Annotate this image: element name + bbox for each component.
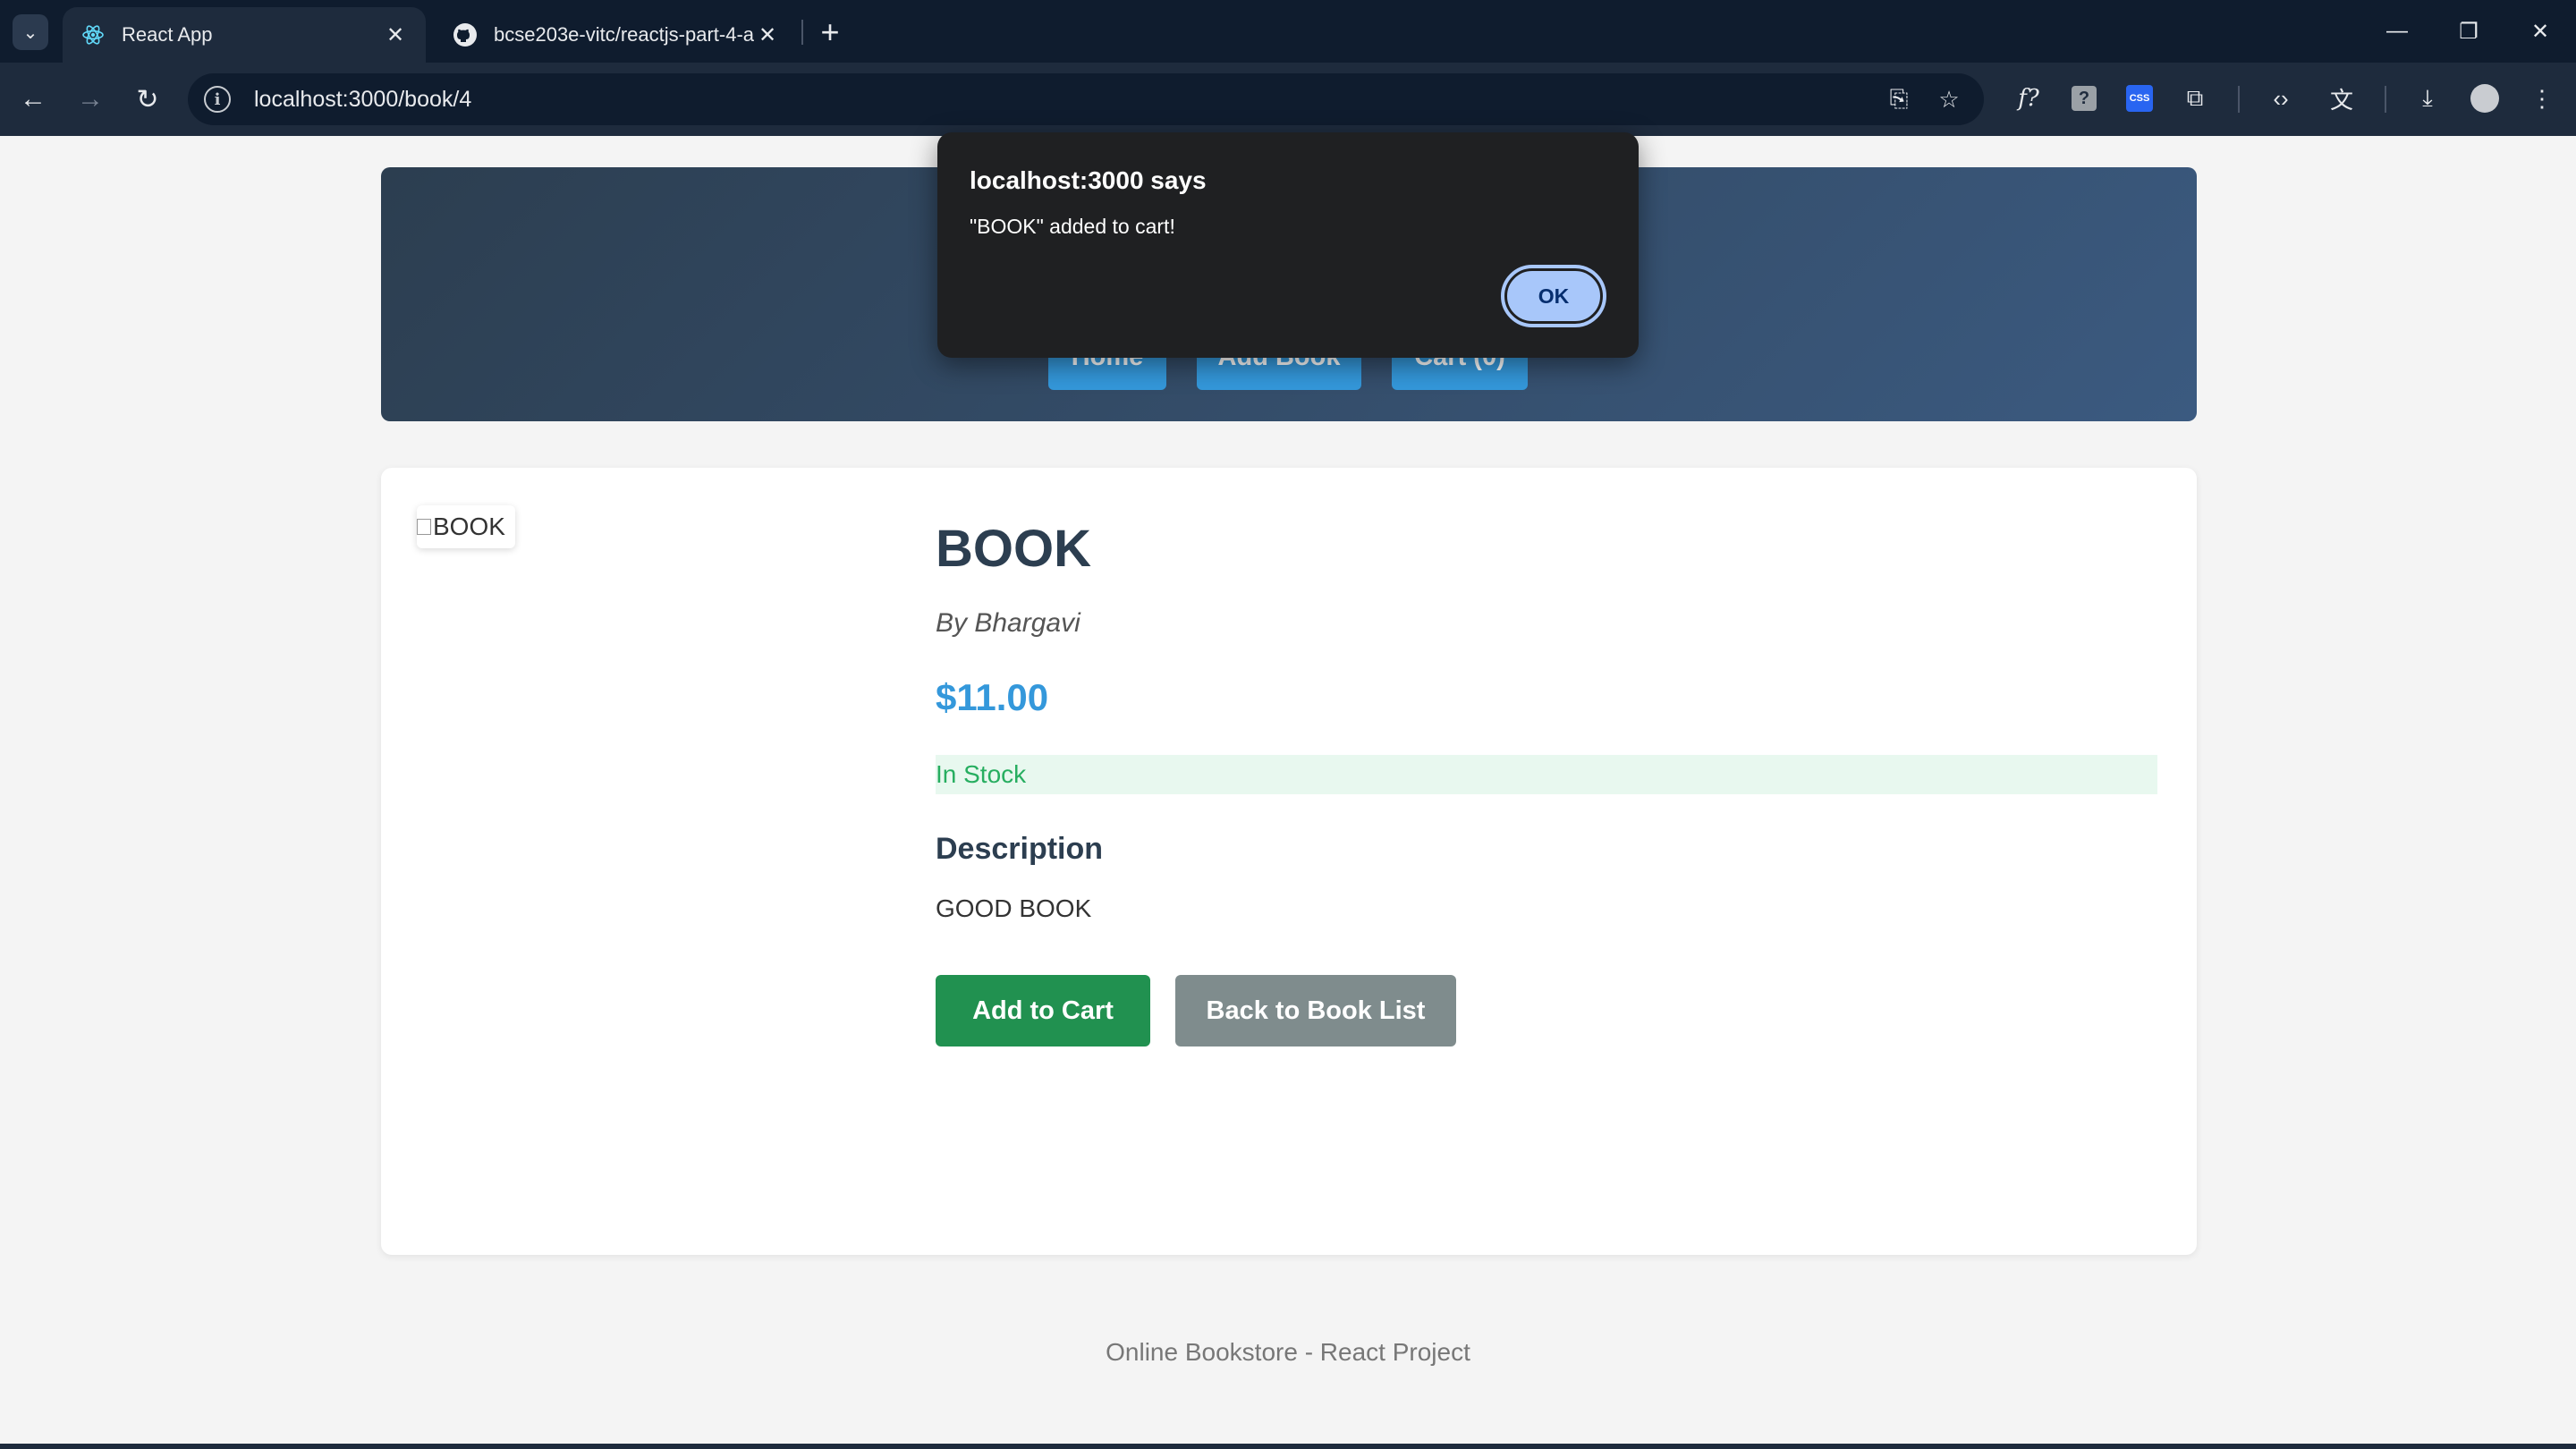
avatar[interactable] bbox=[2469, 82, 2501, 114]
tab-react-app[interactable]: React App ✕ bbox=[63, 7, 426, 63]
css-extension-icon[interactable]: CSS bbox=[2123, 82, 2156, 114]
address-bar[interactable]: i localhost:3000/book/4 ⎘ ☆ bbox=[188, 73, 1984, 125]
tab-title: bcse203e-vitc/reactjs-part-4-a2 bbox=[494, 23, 755, 46]
book-detail-card bbox=[381, 468, 2197, 1255]
code-icon[interactable]: ‹› bbox=[2265, 82, 2297, 114]
window-bottom-edge bbox=[0, 1444, 2576, 1449]
dialog-ok-button[interactable]: OK bbox=[1501, 265, 1606, 327]
react-icon bbox=[80, 22, 106, 47]
github-icon bbox=[453, 22, 478, 47]
url-text: localhost:3000/book/4 bbox=[254, 86, 472, 112]
alert-dialog: localhost:3000 says "BOOK" added to cart… bbox=[937, 132, 1639, 358]
reload-icon: ↻ bbox=[136, 84, 159, 114]
chevron-down-icon: ⌄ bbox=[22, 22, 38, 43]
book-description: GOOD BOOK bbox=[936, 894, 1092, 922]
close-icon[interactable]: ✕ bbox=[755, 22, 780, 47]
tab-strip: ⌄ React App ✕ bcse203e-vitc/reactjs-part… bbox=[0, 0, 2576, 63]
site-info-icon[interactable]: i bbox=[204, 86, 231, 113]
more-menu-icon[interactable]: ⋮ bbox=[2526, 82, 2558, 114]
back-nav-button[interactable]: ← bbox=[13, 79, 54, 120]
close-window-button[interactable]: ✕ bbox=[2504, 0, 2576, 63]
broken-image-icon bbox=[417, 519, 431, 535]
book-title: BOOK bbox=[936, 520, 1091, 578]
book-cover-image: BOOK bbox=[417, 505, 515, 548]
star-icon[interactable]: ☆ bbox=[1936, 86, 1962, 113]
dialog-message: "BOOK" added to cart! bbox=[970, 215, 1175, 238]
page-footer: Online Bookstore - React Project bbox=[1106, 1338, 1470, 1366]
help-extension-icon[interactable]: ? bbox=[2068, 82, 2100, 114]
close-icon: ✕ bbox=[2530, 19, 2550, 44]
book-price: $11.00 bbox=[936, 676, 1049, 718]
new-tab-button[interactable]: + bbox=[812, 13, 848, 50]
stock-status: In Stock bbox=[936, 755, 2157, 794]
minimize-button[interactable]: — bbox=[2361, 0, 2433, 63]
arrow-left-icon: ← bbox=[20, 84, 47, 114]
tab-search-button[interactable]: ⌄ bbox=[13, 14, 48, 50]
tab-title: React App bbox=[122, 23, 213, 46]
restore-icon: ❐ bbox=[2459, 19, 2479, 44]
install-app-icon[interactable]: ⎘ bbox=[1885, 85, 1912, 113]
toolbar-divider bbox=[2238, 86, 2240, 113]
font-extension-icon[interactable]: f? bbox=[2012, 82, 2045, 114]
add-to-cart-button[interactable]: Add to Cart bbox=[936, 975, 1150, 1046]
image-alt-text: BOOK bbox=[433, 513, 505, 540]
reload-button[interactable]: ↻ bbox=[127, 79, 168, 120]
stock-label: In Stock bbox=[936, 760, 1027, 788]
arrow-right-icon: → bbox=[77, 84, 104, 114]
tab-divider bbox=[801, 20, 803, 45]
minimize-icon: — bbox=[2386, 19, 2408, 43]
close-icon[interactable]: ✕ bbox=[383, 22, 408, 47]
extensions-puzzle-icon[interactable]: ⧉ bbox=[2179, 82, 2211, 114]
restore-button[interactable]: ❐ bbox=[2433, 0, 2504, 63]
forward-nav-button[interactable]: → bbox=[70, 79, 111, 120]
translate-icon[interactable]: 文 bbox=[2326, 82, 2358, 114]
description-heading: Description bbox=[936, 832, 1104, 866]
book-author: By Bhargavi bbox=[936, 608, 1080, 638]
toolbar-divider bbox=[2385, 86, 2386, 113]
back-to-list-button[interactable]: Back to Book List bbox=[1175, 975, 1456, 1046]
tab-github[interactable]: bcse203e-vitc/reactjs-part-4-a2 ✕ bbox=[435, 7, 798, 63]
download-icon[interactable]: ⤓ bbox=[2411, 82, 2444, 114]
dialog-title: localhost:3000 says bbox=[970, 166, 1207, 194]
